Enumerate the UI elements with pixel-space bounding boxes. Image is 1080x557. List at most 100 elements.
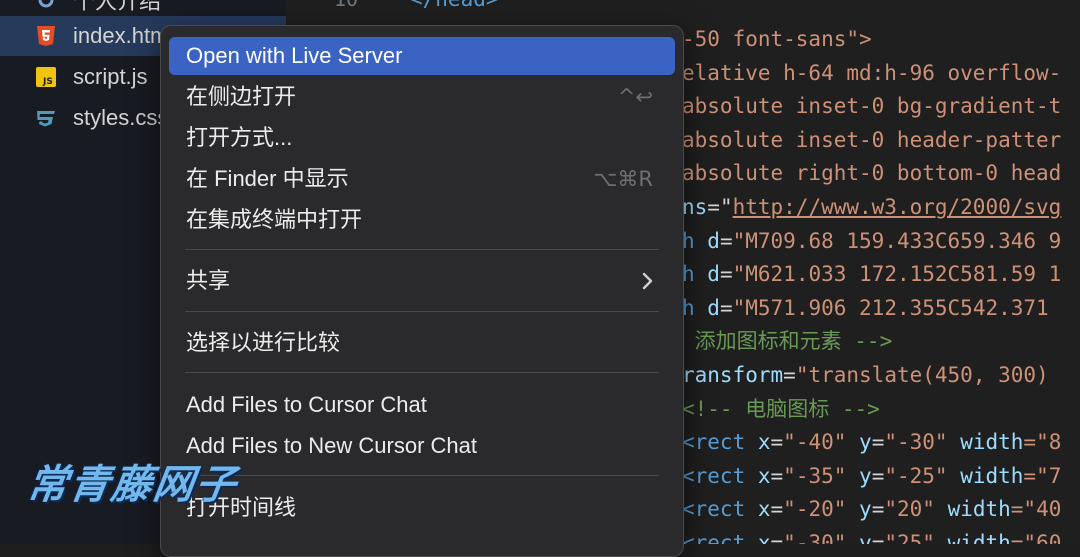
code-token: =" — [707, 195, 733, 219]
code-line: absolute right-0 bottom-0 head — [682, 156, 1061, 190]
code-token: y — [859, 463, 872, 488]
code-token: ="60 — [1010, 531, 1062, 544]
shortcut-label: ⌥⌘R — [593, 167, 653, 191]
menu-separator — [185, 311, 659, 312]
chevron-right-icon — [642, 272, 653, 290]
context-menu: Open with Live Server 在侧边打开 ^↩ 打开方式... 在… — [160, 25, 684, 557]
code-token: width — [947, 497, 1011, 522]
code-token: <rect — [682, 463, 758, 488]
menu-item-select-for-compare[interactable]: 选择以进行比较 — [169, 324, 675, 362]
code-line: h d="M571.906 212.355C542.371 — [682, 291, 1061, 325]
menu-item-reveal-in-finder[interactable]: 在 Finder 中显示 ⌥⌘R — [169, 160, 675, 198]
gear-icon — [35, 0, 57, 11]
code-line: -50 font-sans"> — [682, 22, 872, 56]
code-token: y — [859, 430, 872, 455]
menu-item-open-with-live-server[interactable]: Open with Live Server — [169, 37, 675, 75]
code-token: "M709.68 159.433C659.346 9 — [732, 228, 1062, 253]
code-token: "translate(450, 300) — [795, 363, 1049, 387]
code-line: absolute inset-0 header-patter — [682, 123, 1061, 157]
code-line: h d="M709.68 159.433C659.346 9 — [682, 224, 1061, 258]
menu-item-label: 在集成终端中打开 — [186, 207, 363, 232]
code-token: absolute inset-0 bg-gradient-t — [682, 94, 1062, 119]
code-token: x — [757, 463, 771, 488]
code-line: <rect x="-35" y="-25" width="7 — [682, 459, 1061, 493]
code-token: <!-- 电脑图标 --> — [682, 396, 880, 421]
menu-item-label: 打开方式... — [186, 125, 293, 150]
code-token: = — [783, 363, 796, 387]
code-token: <rect — [682, 531, 758, 544]
menu-item-add-files-to-cursor-chat[interactable]: Add Files to Cursor Chat — [169, 386, 675, 424]
explorer-item-label: styles.css — [73, 105, 169, 130]
code-token: http://www.w3.org/2000/svg — [732, 195, 1062, 219]
menu-item-label: Add Files to Cursor Chat — [186, 392, 427, 417]
explorer-item-label: index.html — [73, 23, 174, 48]
code-token: ="8 — [1023, 430, 1062, 455]
explorer-item-label: 个人介绍 — [73, 0, 162, 14]
javascript-icon: JS — [35, 66, 57, 88]
code-token: 添加图标和元素 --> — [682, 329, 893, 354]
menu-item-label: 选择以进行比较 — [186, 330, 341, 355]
code-token: = — [719, 262, 733, 287]
code-token: h — [682, 295, 708, 320]
code-token: <rect — [682, 497, 758, 522]
code-token: ns — [682, 195, 708, 219]
line-number: 10 — [334, 0, 358, 11]
code-token: = — [770, 463, 784, 488]
code-token: "-30" — [783, 531, 860, 544]
code-token: h — [682, 262, 708, 287]
code-token: ransform — [682, 363, 784, 387]
code-line: <!-- 电脑图标 --> — [682, 392, 880, 426]
css3-icon — [35, 107, 57, 129]
code-token: "25" — [884, 531, 948, 544]
watermark-text: 常青藤网子 — [24, 462, 241, 508]
menu-item-open-timeline[interactable]: 打开时间线 — [169, 489, 675, 527]
menu-item-open-in-terminal[interactable]: 在集成终端中打开 — [169, 201, 675, 239]
shortcut-label: ^↩ — [617, 85, 653, 109]
code-line: h d="M621.033 172.152C581.59 1 — [682, 257, 1061, 291]
menu-separator — [185, 475, 659, 476]
code-token: "M621.033 172.152C581.59 1 — [732, 262, 1062, 287]
code-token: elative h-64 md:h-96 overflow- — [682, 60, 1062, 85]
code-token: ="40 — [1010, 497, 1062, 522]
menu-item-label: 在 Finder 中显示 — [186, 166, 349, 191]
code-token: = — [871, 463, 885, 488]
code-token: width — [947, 531, 1011, 544]
code-token: "M571.906 212.355C542.371 — [732, 295, 1062, 320]
menu-item-label: 在侧边打开 — [186, 84, 297, 109]
explorer-item-label: script.js — [73, 64, 148, 89]
menu-item-label: 共享 — [186, 268, 231, 293]
code-token: width — [960, 463, 1024, 488]
code-token: x — [757, 497, 771, 522]
code-line: elative h-64 md:h-96 overflow- — [682, 56, 1061, 90]
code-token: y — [859, 497, 872, 522]
code-token: d — [707, 295, 720, 320]
code-token: y — [859, 531, 872, 544]
code-token: = — [770, 497, 784, 522]
code-token: "-35" — [783, 463, 860, 488]
code-token: = — [770, 531, 784, 544]
code-token: "-40" — [783, 430, 860, 455]
code-token: <rect — [682, 430, 758, 455]
code-token: absolute inset-0 header-patter — [682, 127, 1062, 152]
code-line: ransform="translate(450, 300) — [682, 358, 1049, 392]
code-token: "-25" — [884, 463, 961, 488]
code-line: <rect x="-20" y="20" width="40 — [682, 492, 1061, 526]
code-token: = — [719, 228, 733, 253]
code-token: = — [871, 531, 885, 544]
code-token: x — [757, 531, 771, 544]
code-token: absolute right-0 bottom-0 head — [682, 161, 1062, 186]
menu-item-open-with[interactable]: 打开方式... — [169, 119, 675, 157]
code-token: d — [707, 228, 720, 253]
code-token: -50 font-sans"> — [682, 27, 872, 51]
code-line: 添加图标和元素 --> — [682, 324, 893, 358]
menu-item-add-files-to-new-cursor-chat[interactable]: Add Files to New Cursor Chat — [169, 427, 675, 465]
code-token: ="7 — [1023, 463, 1062, 488]
html5-icon — [35, 25, 57, 47]
menu-item-open-to-side[interactable]: 在侧边打开 ^↩ — [169, 78, 675, 116]
code-token: x — [757, 430, 771, 455]
code-token: h — [682, 228, 708, 253]
code-token: = — [719, 295, 733, 320]
code-line: absolute inset-0 bg-gradient-t — [682, 89, 1061, 123]
menu-item-share[interactable]: 共享 — [169, 262, 675, 300]
code-token: width — [960, 430, 1024, 455]
